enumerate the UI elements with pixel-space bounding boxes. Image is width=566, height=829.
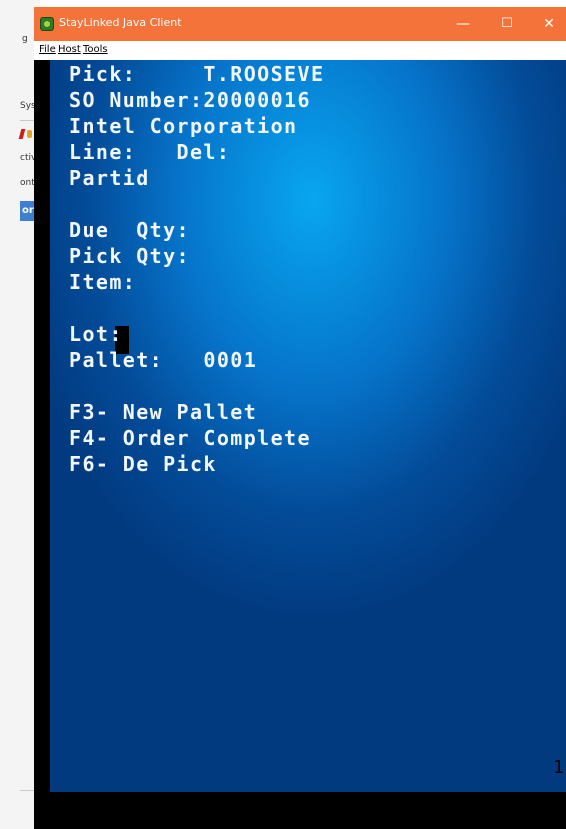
f6-de-pick-option[interactable]: F6- De Pick bbox=[69, 452, 217, 476]
item-line: Item: bbox=[69, 270, 137, 294]
bottom-bar bbox=[34, 792, 566, 829]
app-icon bbox=[40, 17, 54, 31]
background-icon bbox=[18, 129, 32, 139]
terminal-screen[interactable]: Pick: T.ROOSEVE SO Number:20000016 Intel… bbox=[50, 60, 566, 792]
line-del-line: Line: Del: bbox=[69, 140, 231, 164]
maximize-button[interactable]: ☐ bbox=[490, 7, 524, 41]
window-title: StayLinked Java Client bbox=[59, 16, 182, 29]
staylinked-window: StayLinked Java Client — ☐ ✕ File Host T… bbox=[34, 7, 566, 829]
f4-order-complete-option[interactable]: F4- Order Complete bbox=[69, 426, 311, 450]
pick-qty-line: Pick Qty: bbox=[69, 244, 190, 268]
menu-bar: File Host Tools bbox=[34, 41, 566, 60]
minimize-button[interactable]: — bbox=[446, 7, 480, 41]
menu-file[interactable]: File bbox=[39, 44, 56, 55]
due-qty-line: Due Qty: bbox=[69, 218, 190, 242]
f3-new-pallet-option[interactable]: F3- New Pallet bbox=[69, 400, 257, 424]
menu-host[interactable]: Host bbox=[58, 44, 81, 55]
menu-tools[interactable]: Tools bbox=[83, 44, 108, 55]
pick-line: Pick: T.ROOSEVE bbox=[69, 62, 325, 86]
partid-line: Partid bbox=[69, 166, 150, 190]
so-number-line: SO Number:20000016 bbox=[69, 88, 311, 112]
close-button[interactable]: ✕ bbox=[532, 7, 566, 41]
pallet-line: Pallet: 0001 bbox=[69, 348, 258, 372]
lot-line: Lot: bbox=[69, 322, 123, 346]
page-number: 1 bbox=[553, 757, 564, 778]
customer-line: Intel Corporation bbox=[69, 114, 298, 138]
title-bar[interactable]: StayLinked Java Client — ☐ ✕ bbox=[34, 7, 566, 41]
